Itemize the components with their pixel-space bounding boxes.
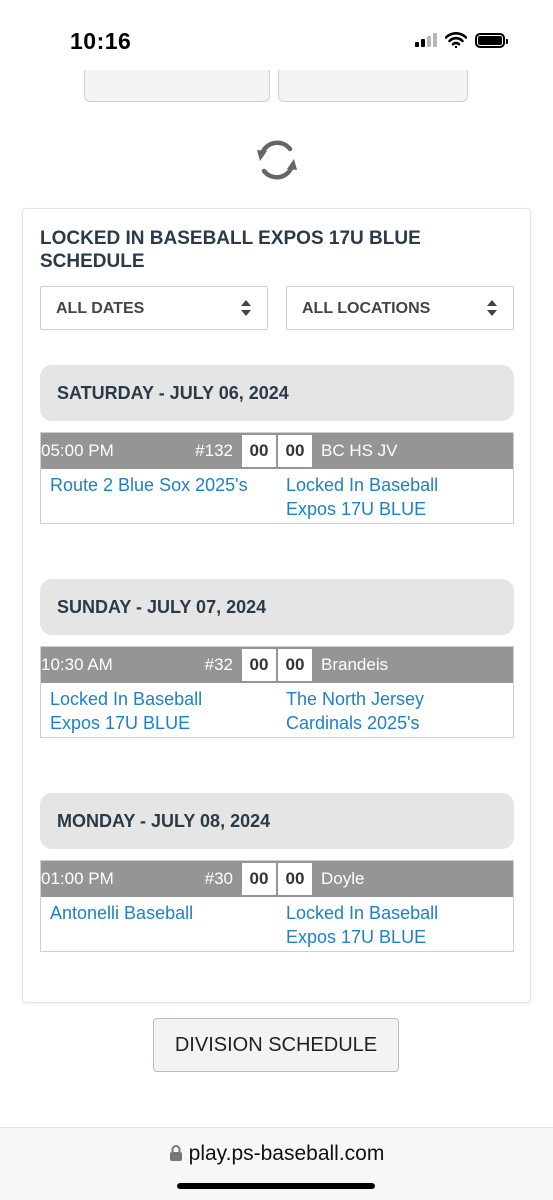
browser-address-bar[interactable]: play.ps-baseball.com	[0, 1127, 553, 1200]
dates-filter-label: ALL DATES	[56, 300, 145, 317]
home-team-link[interactable]: Antonelli Baseball	[50, 901, 250, 925]
day-label: MONDAY - JULY 08, 2024	[57, 811, 271, 831]
url-text: play.ps-baseball.com	[188, 1142, 385, 1165]
sort-arrows-icon	[487, 300, 497, 316]
game-row: 05:00 PM #132 00 00 BC HS JV Route 2 Blu…	[40, 432, 514, 524]
schedule-card: LOCKED IN BASEBALL EXPOS 17U BLUE SCHEDU…	[22, 208, 531, 1003]
away-score: 00	[278, 649, 312, 681]
home-team-link[interactable]: Locked In Baseball Expos 17U BLUE	[50, 687, 250, 735]
home-score: 00	[242, 435, 276, 467]
home-score: 00	[242, 649, 276, 681]
status-icons	[415, 32, 508, 48]
locations-filter-label: ALL LOCATIONS	[302, 300, 431, 317]
cropped-button-left[interactable]	[84, 70, 270, 102]
url-display[interactable]: play.ps-baseball.com	[0, 1142, 553, 1166]
sort-arrows-icon	[241, 300, 251, 316]
dates-filter-select[interactable]: ALL DATES	[40, 286, 268, 330]
game-location: Brandeis	[321, 655, 389, 674]
day-header: SATURDAY - JULY 06, 2024	[40, 365, 514, 421]
game-info-bar: 05:00 PM #132 00 00 BC HS JV	[41, 433, 513, 469]
game-info-bar: 01:00 PM #30 00 00 Doyle	[41, 861, 513, 897]
status-bar: 10:16	[0, 0, 553, 80]
game-number: #132	[195, 441, 233, 460]
game-time: 05:00 PM	[41, 441, 114, 460]
division-schedule-button[interactable]: DIVISION SCHEDULE	[153, 1018, 399, 1072]
day-label: SUNDAY - JULY 07, 2024	[57, 597, 267, 617]
away-team-link[interactable]: Locked In Baseball Expos 17U BLUE	[286, 901, 486, 949]
wifi-icon	[445, 32, 467, 48]
cellular-signal-icon	[415, 33, 437, 47]
cropped-button-right[interactable]	[278, 70, 468, 102]
day-header: MONDAY - JULY 08, 2024	[40, 793, 514, 849]
lock-icon	[169, 1145, 182, 1161]
away-score: 00	[278, 435, 312, 467]
home-score: 00	[242, 863, 276, 895]
battery-icon	[475, 32, 508, 48]
day-header: SUNDAY - JULY 07, 2024	[40, 579, 514, 635]
game-row: 01:00 PM #30 00 00 Doyle Antonelli Baseb…	[40, 860, 514, 952]
home-team-link[interactable]: Route 2 Blue Sox 2025's	[50, 473, 250, 497]
locations-filter-select[interactable]: ALL LOCATIONS	[286, 286, 514, 330]
game-time: 01:00 PM	[41, 869, 114, 888]
away-score: 00	[278, 863, 312, 895]
day-label: SATURDAY - JULY 06, 2024	[57, 383, 289, 403]
home-indicator	[177, 1183, 375, 1189]
game-row: 10:30 AM #32 00 00 Brandeis Locked In Ba…	[40, 646, 514, 738]
refresh-icon[interactable]	[254, 137, 300, 183]
game-location: BC HS JV	[321, 441, 398, 460]
game-location: Doyle	[321, 869, 365, 888]
game-info-bar: 10:30 AM #32 00 00 Brandeis	[41, 647, 513, 683]
game-number: #32	[204, 655, 233, 674]
game-number: #30	[204, 869, 233, 888]
away-team-link[interactable]: The North Jersey Cardinals 2025's	[286, 687, 486, 735]
away-team-link[interactable]: Locked In Baseball Expos 17U BLUE	[286, 473, 486, 521]
status-time: 10:16	[70, 28, 132, 54]
game-time: 10:30 AM	[41, 655, 113, 674]
previous-section-buttons	[0, 70, 553, 102]
schedule-title: LOCKED IN BASEBALL EXPOS 17U BLUE SCHEDU…	[40, 228, 421, 272]
